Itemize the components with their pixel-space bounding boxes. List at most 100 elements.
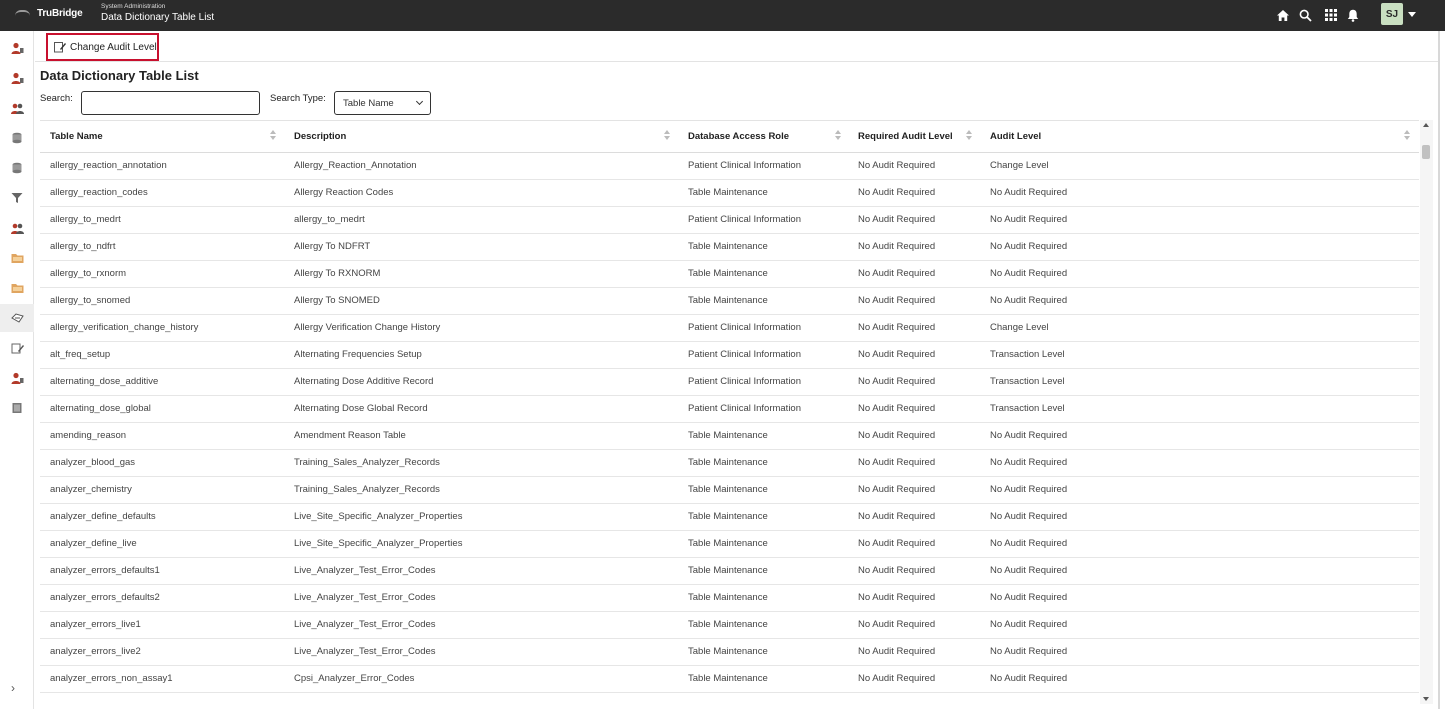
column-header-label: Description	[294, 131, 347, 142]
column-header-label: Table Name	[50, 131, 103, 142]
table-row[interactable]: analyzer_errors_live2 Live_Analyzer_Test_…	[40, 639, 1419, 666]
data-dictionary-table: Table Name Description Database Access R…	[40, 120, 1419, 704]
cell-database-access-role: Table Maintenance	[688, 565, 768, 576]
bell-icon[interactable]	[1344, 6, 1362, 24]
cell-table-name: analyzer_define_defaults	[50, 511, 156, 522]
table-row[interactable]: allergy_to_medrt allergy_to_medrt Patient …	[40, 207, 1419, 234]
user-avatar[interactable]: SJ	[1381, 3, 1403, 25]
cell-required-audit-level: No Audit Required	[858, 565, 936, 576]
sort-icon[interactable]	[270, 130, 276, 142]
cell-required-audit-level: No Audit Required	[858, 241, 936, 252]
cell-audit-level: No Audit Required	[990, 673, 1068, 684]
table-row[interactable]: allergy_reaction_codes Allergy Reaction C…	[40, 180, 1419, 207]
column-header-label: Audit Level	[990, 131, 1042, 142]
cell-database-access-role: Table Maintenance	[688, 268, 768, 279]
cell-required-audit-level: No Audit Required	[858, 619, 936, 630]
table-row[interactable]: analyzer_errors_defaults1 Live_Analyzer_T…	[40, 558, 1419, 585]
vertical-scrollbar[interactable]	[1420, 120, 1433, 704]
cell-audit-level: No Audit Required	[990, 457, 1068, 468]
sidebar-book-icon[interactable]	[9, 400, 25, 416]
table-row[interactable]: allergy_to_rxnorm Allergy To RXNORM Table …	[40, 261, 1419, 288]
cell-table-name: analyzer_errors_defaults2	[50, 592, 160, 603]
cell-required-audit-level: No Audit Required	[858, 160, 936, 171]
chevron-down-icon	[415, 97, 424, 106]
cell-table-name: alternating_dose_global	[50, 403, 151, 414]
breadcrumb-parent[interactable]: System Administration	[101, 3, 165, 10]
cell-audit-level: Transaction Level	[990, 376, 1065, 387]
sidebar-users-icon[interactable]	[9, 220, 25, 236]
column-header-required-audit-level[interactable]: Required Audit Level	[848, 121, 980, 152]
home-icon[interactable]	[1274, 6, 1292, 24]
sidebar-filter-icon[interactable]	[9, 190, 25, 206]
cell-audit-level: Change Level	[990, 160, 1049, 171]
sidebar-folder-icon[interactable]	[9, 280, 25, 296]
cell-required-audit-level: No Audit Required	[858, 484, 936, 495]
cell-table-name: analyzer_errors_live1	[50, 619, 141, 630]
table-row[interactable]: amending_reason Amendment Reason Table Tab…	[40, 423, 1419, 450]
table-row[interactable]: analyzer_errors_non_assay1 Cpsi_Analyzer_…	[40, 666, 1419, 693]
cell-description: Live_Analyzer_Test_Error_Codes	[294, 646, 436, 657]
sidebar-database-icon[interactable]	[9, 160, 25, 176]
cell-description: Alternating Dose Additive Record	[294, 376, 434, 387]
sort-icon[interactable]	[664, 130, 670, 142]
cell-required-audit-level: No Audit Required	[858, 538, 936, 549]
table-row[interactable]: allergy_verification_change_history Aller…	[40, 315, 1419, 342]
cell-database-access-role: Table Maintenance	[688, 241, 768, 252]
sort-icon[interactable]	[1404, 130, 1410, 142]
sort-icon[interactable]	[966, 130, 972, 142]
cell-required-audit-level: No Audit Required	[858, 403, 936, 414]
table-row[interactable]: alt_freq_setup Alternating Frequencies Se…	[40, 342, 1419, 369]
cell-audit-level: No Audit Required	[990, 538, 1068, 549]
table-row[interactable]: allergy_to_snomed Allergy To SNOMED Table …	[40, 288, 1419, 315]
sort-icon[interactable]	[835, 130, 841, 142]
cell-database-access-role: Patient Clinical Information	[688, 322, 801, 333]
search-icon[interactable]	[1296, 6, 1314, 24]
sidebar-users-icon[interactable]	[9, 100, 25, 116]
cell-audit-level: Transaction Level	[990, 403, 1065, 414]
column-header-audit-level[interactable]: Audit Level	[980, 121, 1410, 152]
table-row[interactable]: alternating_dose_global Alternating Dose …	[40, 396, 1419, 423]
scroll-up-icon[interactable]	[1423, 123, 1429, 127]
table-row[interactable]: analyzer_define_live Live_Site_Specific_A…	[40, 531, 1419, 558]
cell-description: Training_Sales_Analyzer_Records	[294, 457, 440, 468]
cell-table-name: analyzer_errors_live2	[50, 646, 141, 657]
cell-table-name: analyzer_blood_gas	[50, 457, 136, 468]
table-row[interactable]: analyzer_errors_defaults2 Live_Analyzer_T…	[40, 585, 1419, 612]
table-row[interactable]: analyzer_blood_gas Training_Sales_Analyze…	[40, 450, 1419, 477]
cell-table-name: analyzer_chemistry	[50, 484, 132, 495]
sidebar-user-icon[interactable]	[9, 370, 25, 386]
table-row[interactable]: analyzer_errors_live1 Live_Analyzer_Test_…	[40, 612, 1419, 639]
table-row[interactable]: analyzer_define_defaults Live_Site_Specif…	[40, 504, 1419, 531]
page-title: Data Dictionary Table List	[40, 68, 199, 83]
cell-table-name: allergy_reaction_annotation	[50, 160, 167, 171]
table-row[interactable]: analyzer_chemistry Training_Sales_Analyze…	[40, 477, 1419, 504]
scrollbar-thumb[interactable]	[1422, 145, 1430, 159]
column-header-description[interactable]: Description	[284, 121, 678, 152]
cell-required-audit-level: No Audit Required	[858, 376, 936, 387]
sidebar-expand-chevron-right-icon[interactable]: ›	[11, 681, 15, 695]
table-row[interactable]: allergy_reaction_annotation Allergy_React…	[40, 153, 1419, 180]
column-header-table-name[interactable]: Table Name	[40, 121, 284, 152]
sidebar-user-icon[interactable]	[9, 70, 25, 86]
table-row[interactable]: allergy_to_ndfrt Allergy To NDFRT Table Ma…	[40, 234, 1419, 261]
sidebar-tag-icon[interactable]	[0, 304, 34, 332]
table-header: Table Name Description Database Access R…	[40, 121, 1419, 153]
sidebar-user-icon[interactable]	[9, 40, 25, 56]
cell-database-access-role: Table Maintenance	[688, 592, 768, 603]
sidebar-edit-icon[interactable]	[9, 340, 25, 356]
sidebar-database-icon[interactable]	[9, 130, 25, 146]
cell-required-audit-level: No Audit Required	[858, 511, 936, 522]
column-header-database-access-role[interactable]: Database Access Role	[678, 121, 848, 152]
scroll-down-icon[interactable]	[1423, 697, 1429, 701]
user-menu-chevron-down-icon[interactable]	[1408, 12, 1416, 17]
cell-required-audit-level: No Audit Required	[858, 187, 936, 198]
change-audit-level-button[interactable]: Change Audit Level	[46, 33, 159, 61]
search-input[interactable]	[81, 91, 260, 115]
cell-audit-level: No Audit Required	[990, 187, 1068, 198]
cell-audit-level: No Audit Required	[990, 268, 1068, 279]
sidebar-folder-icon[interactable]	[9, 250, 25, 266]
search-type-select[interactable]: Table Name	[334, 91, 431, 115]
cell-required-audit-level: No Audit Required	[858, 457, 936, 468]
apps-grid-icon[interactable]	[1322, 6, 1340, 24]
table-row[interactable]: alternating_dose_additive Alternating Dos…	[40, 369, 1419, 396]
